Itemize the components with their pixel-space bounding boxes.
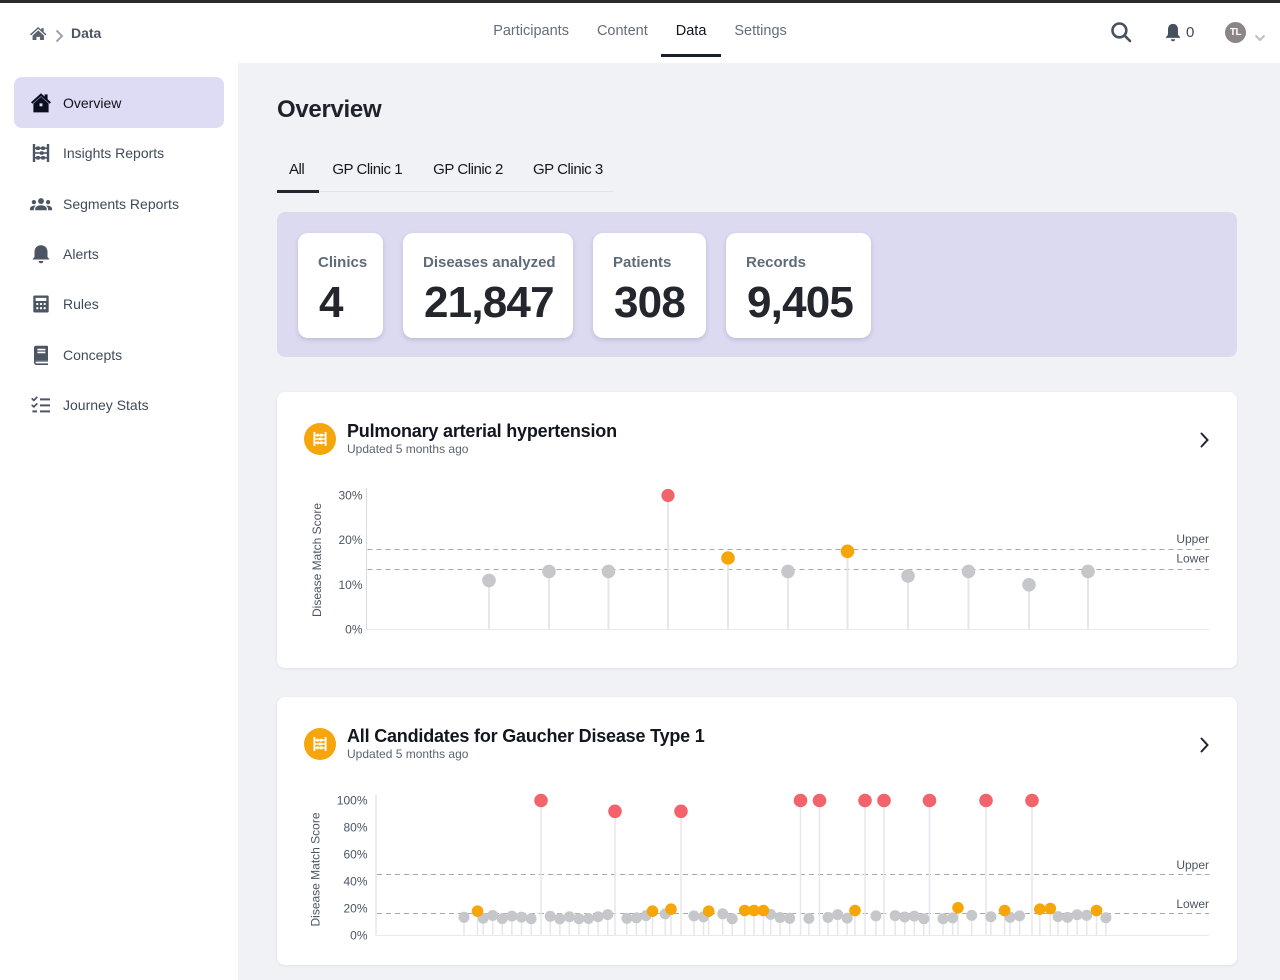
svg-text:Lower: Lower bbox=[1176, 552, 1209, 566]
svg-text:20%: 20% bbox=[343, 902, 367, 916]
svg-text:40%: 40% bbox=[343, 875, 367, 889]
svg-text:Upper: Upper bbox=[1176, 858, 1209, 872]
svg-text:30%: 30% bbox=[338, 488, 362, 502]
svg-text:Lower: Lower bbox=[1176, 897, 1209, 911]
svg-text:0%: 0% bbox=[350, 929, 368, 943]
svg-text:10%: 10% bbox=[338, 578, 362, 592]
svg-text:80%: 80% bbox=[343, 821, 367, 835]
svg-text:60%: 60% bbox=[343, 848, 367, 862]
svg-text:0%: 0% bbox=[345, 623, 363, 637]
svg-text:Disease Match Score: Disease Match Score bbox=[310, 503, 324, 617]
svg-text:100%: 100% bbox=[337, 794, 368, 808]
svg-text:20%: 20% bbox=[338, 533, 362, 547]
svg-text:Upper: Upper bbox=[1176, 532, 1209, 546]
svg-text:Disease Match Score: Disease Match Score bbox=[309, 812, 323, 926]
